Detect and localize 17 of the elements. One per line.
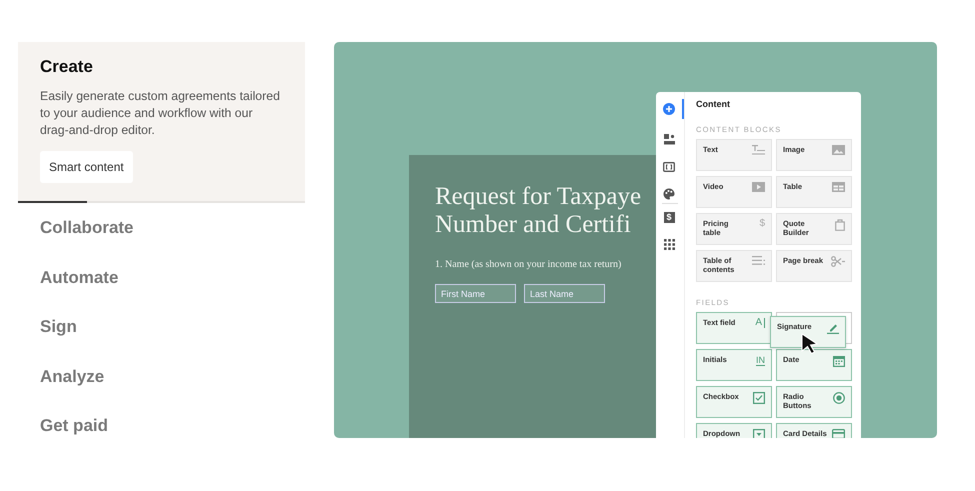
billing-icon[interactable]: $ <box>664 212 674 223</box>
feature-description: Easily generate custom agreements tailored to your audience and workflow with our drag-and-drop editor. <box>40 88 281 139</box>
feature-tab[interactable]: Get paid <box>40 401 108 450</box>
feature-title[interactable]: Create <box>40 57 283 77</box>
pricing-icon: $ <box>759 219 765 229</box>
feature-tag: Smart content <box>40 151 133 183</box>
feature-tab[interactable]: Analyze <box>40 352 104 401</box>
name-field[interactable]: First Name <box>435 284 516 303</box>
feature-tab[interactable]: Automate <box>40 252 118 302</box>
document-title: Number and Certifi <box>435 211 631 239</box>
name-field[interactable]: Last Name <box>524 284 605 303</box>
document-title: Request for Taxpaye <box>435 183 642 211</box>
feature-tab[interactable]: Sign <box>40 302 77 352</box>
feature-tab[interactable]: Collaborate <box>40 203 134 252</box>
sidebar-tab[interactable]: $ <box>656 204 684 231</box>
question-label: 1. Name (as shown on your income tax return) <box>435 259 622 270</box>
panel-heading: Content <box>696 99 730 109</box>
